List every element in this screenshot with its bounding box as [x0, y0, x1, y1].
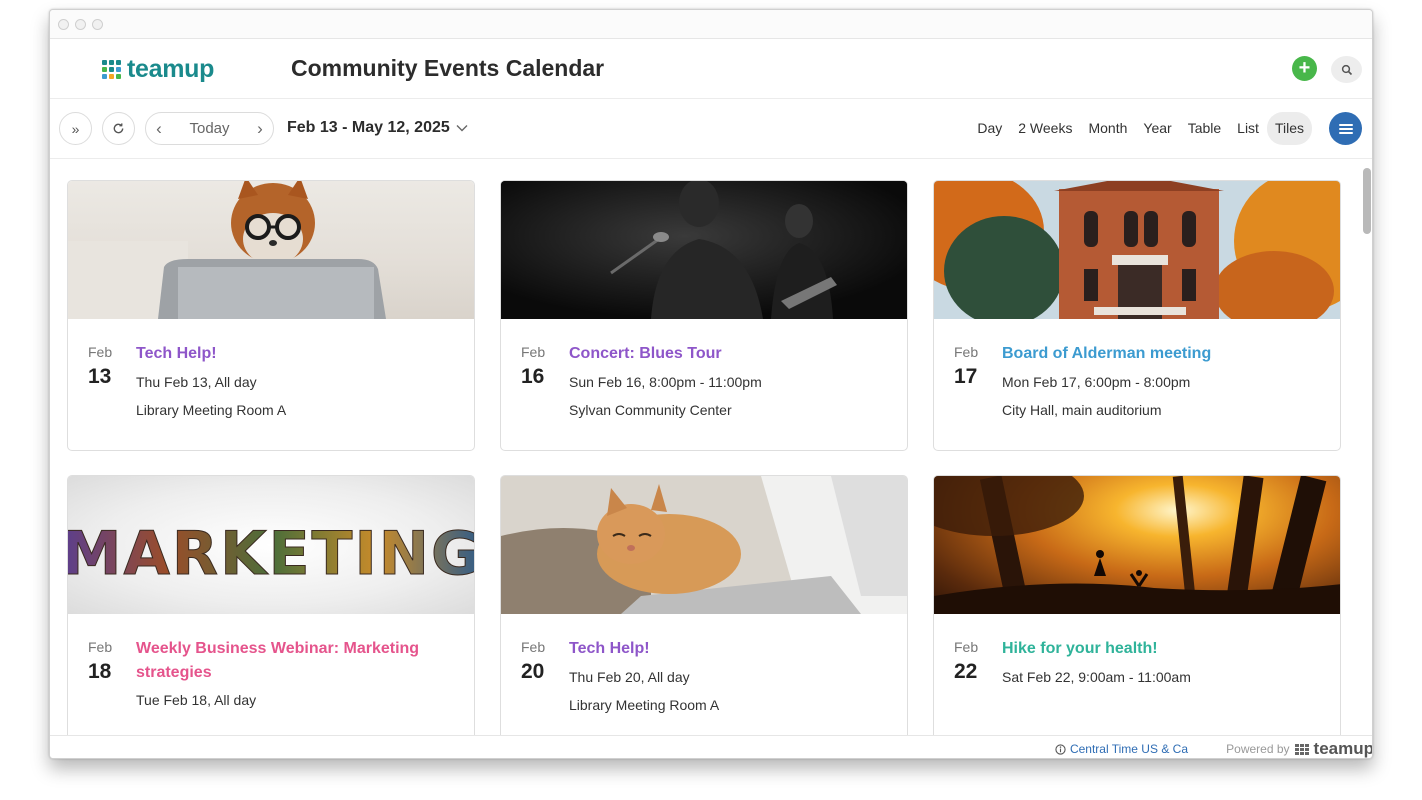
date-range-label: Feb 13 - May 12, 2025: [287, 119, 450, 136]
event-title[interactable]: Hike for your health!: [1002, 637, 1322, 661]
event-details: Feb 22 Hike for your health! Sat Feb 22,…: [934, 614, 1340, 735]
event-image: MARKETING: [68, 476, 474, 614]
calendar-title: Community Events Calendar: [291, 55, 605, 81]
date-range-picker[interactable]: Feb 13 - May 12, 2025: [287, 119, 468, 137]
logo-text: teamup: [127, 55, 215, 83]
event-title[interactable]: Weekly Business Webinar: Marketing strat…: [136, 637, 456, 685]
event-month: Feb: [521, 344, 546, 360]
event-title[interactable]: Tech Help!: [136, 342, 456, 366]
event-location: Sylvan Community Center: [569, 402, 732, 418]
event-title[interactable]: Board of Alderman meeting: [1002, 342, 1322, 366]
event-title[interactable]: Tech Help!: [569, 637, 889, 661]
event-location: Library Meeting Room A: [136, 402, 287, 418]
event-tile[interactable]: Feb 17 Board of Alderman meeting Mon Feb…: [933, 180, 1341, 451]
powered-by-logo-text: teamup: [1313, 739, 1373, 758]
event-tile[interactable]: Feb 16 Concert: Blues Tour Sun Feb 16, 8…: [500, 180, 908, 451]
event-day: 16: [521, 365, 545, 388]
footer: Central Time US & Ca Powered by teamup: [50, 735, 1373, 758]
view-2-weeks[interactable]: 2 Weeks: [1010, 112, 1080, 145]
event-time: Thu Feb 20, All day: [569, 669, 690, 685]
event-image: [68, 181, 474, 319]
teamup-logo-icon: [102, 60, 121, 79]
window-minimize-button[interactable]: [75, 18, 86, 30]
marketing-image-text: MARKETING: [68, 519, 474, 589]
event-image: [501, 476, 907, 614]
event-time: Mon Feb 17, 6:00pm - 8:00pm: [1002, 374, 1191, 390]
event-details: Feb 17 Board of Alderman meeting Mon Feb…: [934, 319, 1340, 450]
refresh-button[interactable]: [102, 112, 135, 145]
event-day: 20: [521, 660, 545, 683]
info-icon: [1055, 743, 1066, 755]
date-navigation: ‹ Today ›: [145, 112, 274, 145]
event-month: Feb: [88, 639, 113, 655]
hamburger-menu-icon: [1338, 123, 1353, 134]
view-switcher: Day 2 Weeks Month Year Table List Tiles: [969, 112, 1312, 145]
event-details: Feb 13 Tech Help! Thu Feb 13, All day Li…: [68, 319, 474, 450]
event-title[interactable]: Concert: Blues Tour: [569, 342, 889, 366]
event-image: [501, 181, 907, 319]
event-month: Feb: [521, 639, 546, 655]
event-day: 13: [88, 365, 112, 388]
next-button[interactable]: ›: [247, 119, 273, 139]
expand-sidebar-button[interactable]: »: [59, 112, 92, 145]
view-day[interactable]: Day: [969, 112, 1010, 145]
teamup-logo[interactable]: teamup: [102, 55, 214, 84]
window-close-button[interactable]: [58, 18, 69, 30]
event-location: City Hall, main auditorium: [1002, 402, 1162, 418]
event-image: [934, 181, 1340, 319]
tiles-view: Feb 13 Tech Help! Thu Feb 13, All day Li…: [50, 160, 1372, 735]
scrollbar[interactable]: [1363, 168, 1371, 234]
toolbar: » ‹ Today › Feb 13 - May 12, 2025 Day 2 …: [50, 99, 1372, 159]
double-chevron-right-icon: »: [71, 120, 80, 137]
previous-button[interactable]: ‹: [146, 119, 172, 139]
timezone-link[interactable]: Central Time US & Ca: [1055, 742, 1188, 756]
add-event-button[interactable]: +: [1292, 56, 1317, 81]
event-time: Sun Feb 16, 8:00pm - 11:00pm: [569, 374, 762, 390]
main-menu-button[interactable]: [1329, 112, 1362, 145]
event-day: 22: [954, 660, 978, 683]
event-image: [934, 476, 1340, 614]
powered-by[interactable]: Powered by teamup: [1226, 739, 1373, 758]
refresh-icon: [113, 123, 124, 134]
event-time: Thu Feb 13, All day: [136, 374, 257, 390]
view-year[interactable]: Year: [1135, 112, 1179, 145]
event-details: Feb 18 Weekly Business Webinar: Marketin…: [68, 614, 474, 735]
event-location: Library Meeting Room A: [569, 697, 720, 713]
teamup-footer-logo-icon: [1294, 743, 1309, 755]
plus-icon: +: [1298, 57, 1311, 79]
event-tile[interactable]: Feb 13 Tech Help! Thu Feb 13, All day Li…: [67, 180, 475, 451]
event-time: Sat Feb 22, 9:00am - 11:00am: [1002, 669, 1191, 685]
window-titlebar: [50, 10, 1372, 39]
app-header: teamup Community Events Calendar +: [50, 39, 1372, 99]
search-button[interactable]: [1331, 56, 1362, 83]
event-time: Tue Feb 18, All day: [136, 692, 257, 708]
event-day: 18: [88, 660, 112, 683]
view-table[interactable]: Table: [1180, 112, 1229, 145]
event-month: Feb: [88, 344, 113, 360]
event-tile[interactable]: Feb 22 Hike for your health! Sat Feb 22,…: [933, 475, 1341, 735]
chevron-down-icon: [456, 125, 468, 132]
search-icon: [1341, 64, 1352, 75]
powered-by-label: Powered by: [1226, 742, 1290, 756]
event-details: Feb 16 Concert: Blues Tour Sun Feb 16, 8…: [501, 319, 907, 450]
event-month: Feb: [954, 344, 979, 360]
chevron-left-icon: ‹: [156, 118, 162, 138]
today-button[interactable]: Today: [172, 120, 247, 137]
window-zoom-button[interactable]: [92, 18, 103, 30]
timezone-label: Central Time US & Ca: [1069, 742, 1188, 756]
event-details: Feb 20 Tech Help! Thu Feb 20, All day Li…: [501, 614, 907, 735]
event-tile[interactable]: MARKETING Feb 18 Weekly Business Webinar…: [67, 475, 475, 735]
view-month[interactable]: Month: [1080, 112, 1135, 145]
view-tiles[interactable]: Tiles: [1266, 112, 1312, 145]
chevron-right-icon: ›: [257, 118, 263, 138]
event-month: Feb: [954, 639, 979, 655]
event-day: 17: [954, 365, 978, 388]
event-tile[interactable]: Feb 20 Tech Help! Thu Feb 20, All day Li…: [500, 475, 908, 735]
app-window: teamup Community Events Calendar + » ‹ T…: [49, 9, 1373, 759]
view-list[interactable]: List: [1229, 112, 1267, 145]
